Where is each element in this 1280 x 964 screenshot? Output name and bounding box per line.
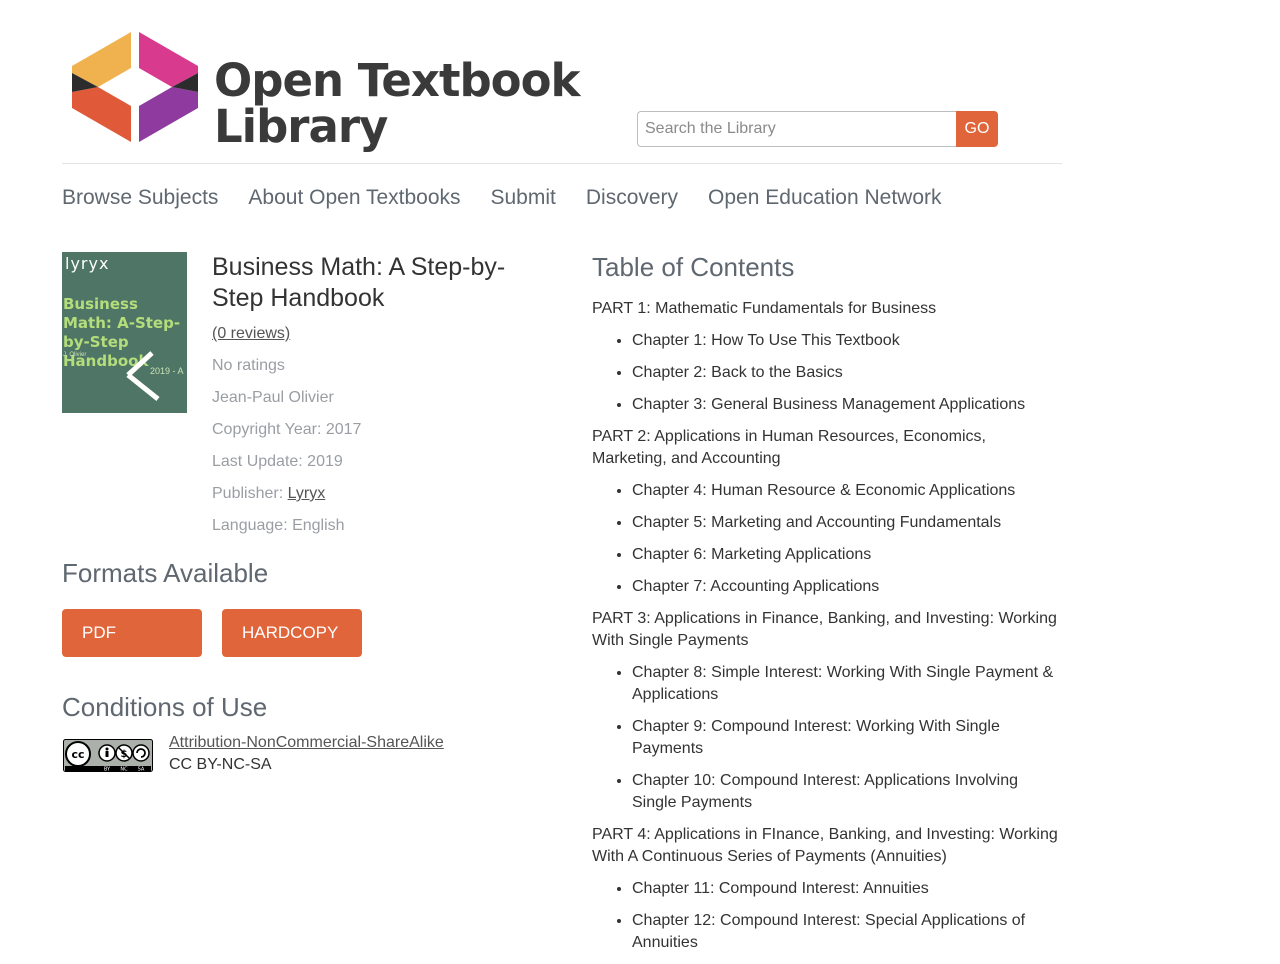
- toc-chapter: Chapter 6: Marketing Applications: [632, 544, 1064, 566]
- license-link[interactable]: Attribution-NonCommercial-ShareAlike: [169, 734, 444, 752]
- toc-chapter: Chapter 4: Human Resource & Economic App…: [632, 480, 1064, 502]
- cover-author: J. Olivier: [63, 352, 87, 358]
- pdf-button[interactable]: PDF: [62, 609, 202, 657]
- license-code: CC BY-NC-SA: [169, 756, 272, 773]
- search-input[interactable]: [637, 111, 956, 147]
- toc-chapter: Chapter 10: Compound Interest: Applicati…: [632, 770, 1064, 814]
- toc-chapter: Chapter 7: Accounting Applications: [632, 576, 1064, 598]
- table-of-contents: PART 1: Mathematic Fundamentals for Busi…: [592, 298, 1064, 964]
- ratings-text: No ratings: [212, 357, 285, 374]
- svg-text:SA: SA: [138, 767, 145, 773]
- cover-brand: lyryx: [65, 254, 110, 273]
- toc-chapter: Chapter 1: How To Use This Textbook: [632, 330, 1064, 352]
- toc-chapter: Chapter 3: General Business Management A…: [632, 394, 1064, 416]
- cc-by-nc-sa-badge-icon: cc $ BY NC SA: [63, 739, 153, 772]
- toc-chapter: Chapter 11: Compound Interest: Annuities: [632, 878, 1064, 900]
- svg-text:BY: BY: [104, 767, 111, 773]
- nav-about-open-textbooks[interactable]: About Open Textbooks: [248, 186, 460, 210]
- author-name: Jean-Paul Olivier: [212, 389, 334, 406]
- search-bar: GO: [637, 111, 998, 147]
- svg-text:cc: cc: [71, 748, 84, 761]
- logo-wordmark[interactable]: Open Textbook Library: [214, 54, 580, 153]
- logo-hexagon-icon: [72, 32, 198, 142]
- reviews-link[interactable]: (0 reviews): [212, 325, 290, 343]
- toc-part-3: PART 3: Applications in Finance, Banking…: [592, 610, 1057, 649]
- nav-submit[interactable]: Submit: [491, 186, 556, 210]
- language: Language: English: [212, 517, 345, 534]
- publisher-row: Publisher: Lyryx: [212, 485, 325, 503]
- publisher-label: Publisher:: [212, 485, 288, 502]
- formats-heading: Formats Available: [62, 558, 269, 588]
- toc-part-4-chapters: Chapter 11: Compound Interest: Annuities…: [592, 878, 1064, 954]
- hardcopy-button[interactable]: HARDCOPY: [222, 609, 362, 657]
- toc-chapter: Chapter 5: Marketing and Accounting Fund…: [632, 512, 1064, 534]
- toc-chapter: Chapter 9: Compound Interest: Working Wi…: [632, 716, 1064, 760]
- logo-line-1: Open Textbook: [214, 54, 580, 107]
- toc-part-3-chapters: Chapter 8: Simple Interest: Working With…: [592, 662, 1064, 814]
- toc-chapter: Chapter 12: Compound Interest: Special A…: [632, 910, 1064, 954]
- toc-part-1: PART 1: Mathematic Fundamentals for Busi…: [592, 300, 937, 317]
- header-divider: [62, 163, 1062, 164]
- cover-x-mark-icon: [126, 351, 160, 401]
- nav-open-education-network[interactable]: Open Education Network: [708, 186, 941, 210]
- search-go-button[interactable]: GO: [956, 111, 998, 147]
- book-cover[interactable]: lyryx Business Math: A-Step-by-Step Hand…: [62, 252, 187, 413]
- book-title: Business Math: A Step-by-Step Handbook: [212, 253, 506, 312]
- copyright-year: Copyright Year: 2017: [212, 421, 362, 438]
- toc-part-4: PART 4: Applications in FInance, Banking…: [592, 826, 1058, 865]
- toc-chapter: Chapter 2: Back to the Basics: [632, 362, 1064, 384]
- toc-heading: Table of Contents: [592, 252, 795, 282]
- toc-part-2-chapters: Chapter 4: Human Resource & Economic App…: [592, 480, 1064, 598]
- conditions-heading: Conditions of Use: [62, 692, 268, 722]
- last-update: Last Update: 2019: [212, 453, 343, 470]
- toc-part-2: PART 2: Applications in Human Resources,…: [592, 428, 986, 467]
- main-nav: Browse Subjects About Open Textbooks Sub…: [62, 186, 942, 210]
- toc-chapter: Chapter 8: Simple Interest: Working With…: [632, 662, 1064, 706]
- nav-discovery[interactable]: Discovery: [586, 186, 678, 210]
- toc-part-1-chapters: Chapter 1: How To Use This Textbook Chap…: [592, 330, 1064, 416]
- svg-text:NC: NC: [120, 767, 128, 773]
- logo-line-2: Library: [214, 100, 388, 153]
- publisher-link[interactable]: Lyryx: [288, 485, 326, 502]
- nav-browse-subjects[interactable]: Browse Subjects: [62, 186, 218, 210]
